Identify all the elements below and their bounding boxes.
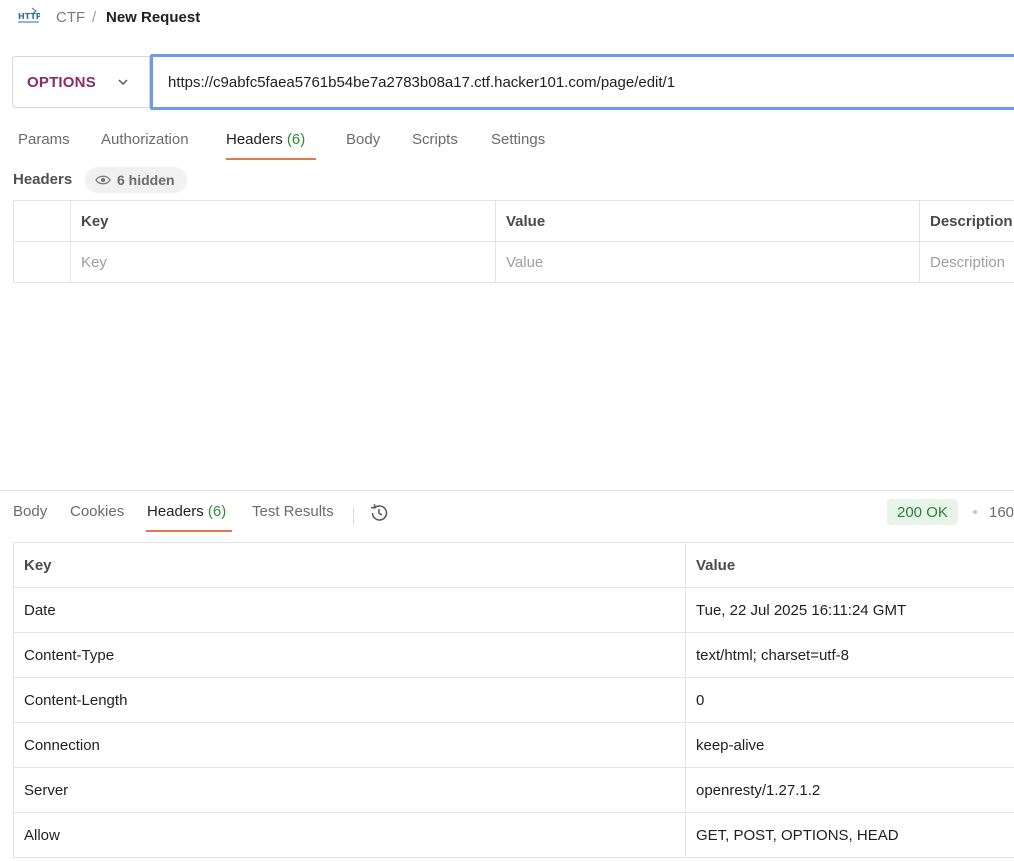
column-description: Description [919,200,1014,242]
svg-text:HTTP: HTTP [18,12,40,21]
table-row: Allow GET, POST, OPTIONS, HEAD [13,812,1014,858]
table-row: Content-Type text/html; charset=utf-8 [13,632,1014,678]
headers-section-label: Headers [13,171,73,188]
table-row: Server openresty/1.27.1.2 [13,767,1014,813]
history-icon[interactable] [368,502,390,524]
pane-divider[interactable] [0,490,1014,491]
table-row: Content-Length 0 [13,677,1014,723]
header-value: GET, POST, OPTIONS, HEAD [685,812,1014,858]
header-value: text/html; charset=utf-8 [685,632,1014,678]
table-row: Key Value Description [13,241,1014,283]
response-headers-table: Key Value Date Tue, 22 Jul 2025 16:11:24… [13,542,1014,858]
http-icon: HTTP [18,7,40,23]
column-key: Key [13,542,686,588]
column-key: Key [70,200,496,242]
request-headers-table: Key Value Description Key Value Descript… [13,200,1014,283]
tab-response-cookies[interactable]: Cookies [70,503,124,530]
tab-body[interactable]: Body [346,131,380,158]
active-response-tab-indicator [146,530,232,532]
header-value: Tue, 22 Jul 2025 16:11:24 GMT [685,587,1014,633]
active-tab-indicator [226,158,316,160]
method-select[interactable]: OPTIONS [12,56,150,108]
url-input[interactable] [150,54,1014,110]
status-badge[interactable]: 200 OK [887,499,958,525]
tab-params[interactable]: Params [18,131,70,158]
tab-settings[interactable]: Settings [491,131,545,158]
key-input[interactable]: Key [70,241,496,283]
request-tabs: Params Authorization Headers (6) Body Sc… [0,124,1014,160]
row-checkbox-cell [13,241,71,283]
tab-separator [353,507,354,525]
value-input[interactable]: Value [495,241,920,283]
tab-response-headers[interactable]: Headers (6) [147,503,226,530]
checkbox-column [13,200,71,242]
breadcrumb-parent[interactable]: CTF [56,9,85,26]
table-row: Connection keep-alive [13,722,1014,768]
response-time[interactable]: 160 [989,504,1014,521]
breadcrumb-separator: / [92,9,97,26]
hidden-headers-count: 6 hidden [117,172,175,188]
tab-response-body[interactable]: Body [13,503,47,530]
header-key: Allow [13,812,686,858]
hidden-headers-toggle[interactable]: 6 hidden [85,167,187,193]
table-header-row: Key Value Description [13,200,1014,242]
header-key: Server [13,767,686,813]
tab-test-results[interactable]: Test Results [252,503,334,530]
status-dot-separator [973,510,977,514]
header-key: Content-Length [13,677,686,723]
eye-icon [95,175,111,185]
chevron-down-icon [118,79,128,85]
column-value: Value [685,542,1014,588]
request-title[interactable]: New Request [106,9,200,26]
table-row: Date Tue, 22 Jul 2025 16:11:24 GMT [13,587,1014,633]
header-key: Date [13,587,686,633]
tab-authorization[interactable]: Authorization [101,131,189,158]
tab-scripts[interactable]: Scripts [412,131,458,158]
response-tabs: Body Cookies Headers (6) Test Results 20… [0,496,1014,536]
description-input[interactable]: Description [919,241,1014,283]
header-value: 0 [685,677,1014,723]
header-key: Connection [13,722,686,768]
header-key: Content-Type [13,632,686,678]
method-label: OPTIONS [27,73,96,91]
headers-count: (6) [286,131,306,148]
column-value: Value [495,200,920,242]
header-value: keep-alive [685,722,1014,768]
tab-headers[interactable]: Headers (6) [226,131,305,158]
table-header-row: Key Value [13,542,1014,588]
header-value: openresty/1.27.1.2 [685,767,1014,813]
response-headers-count: (6) [207,503,227,520]
